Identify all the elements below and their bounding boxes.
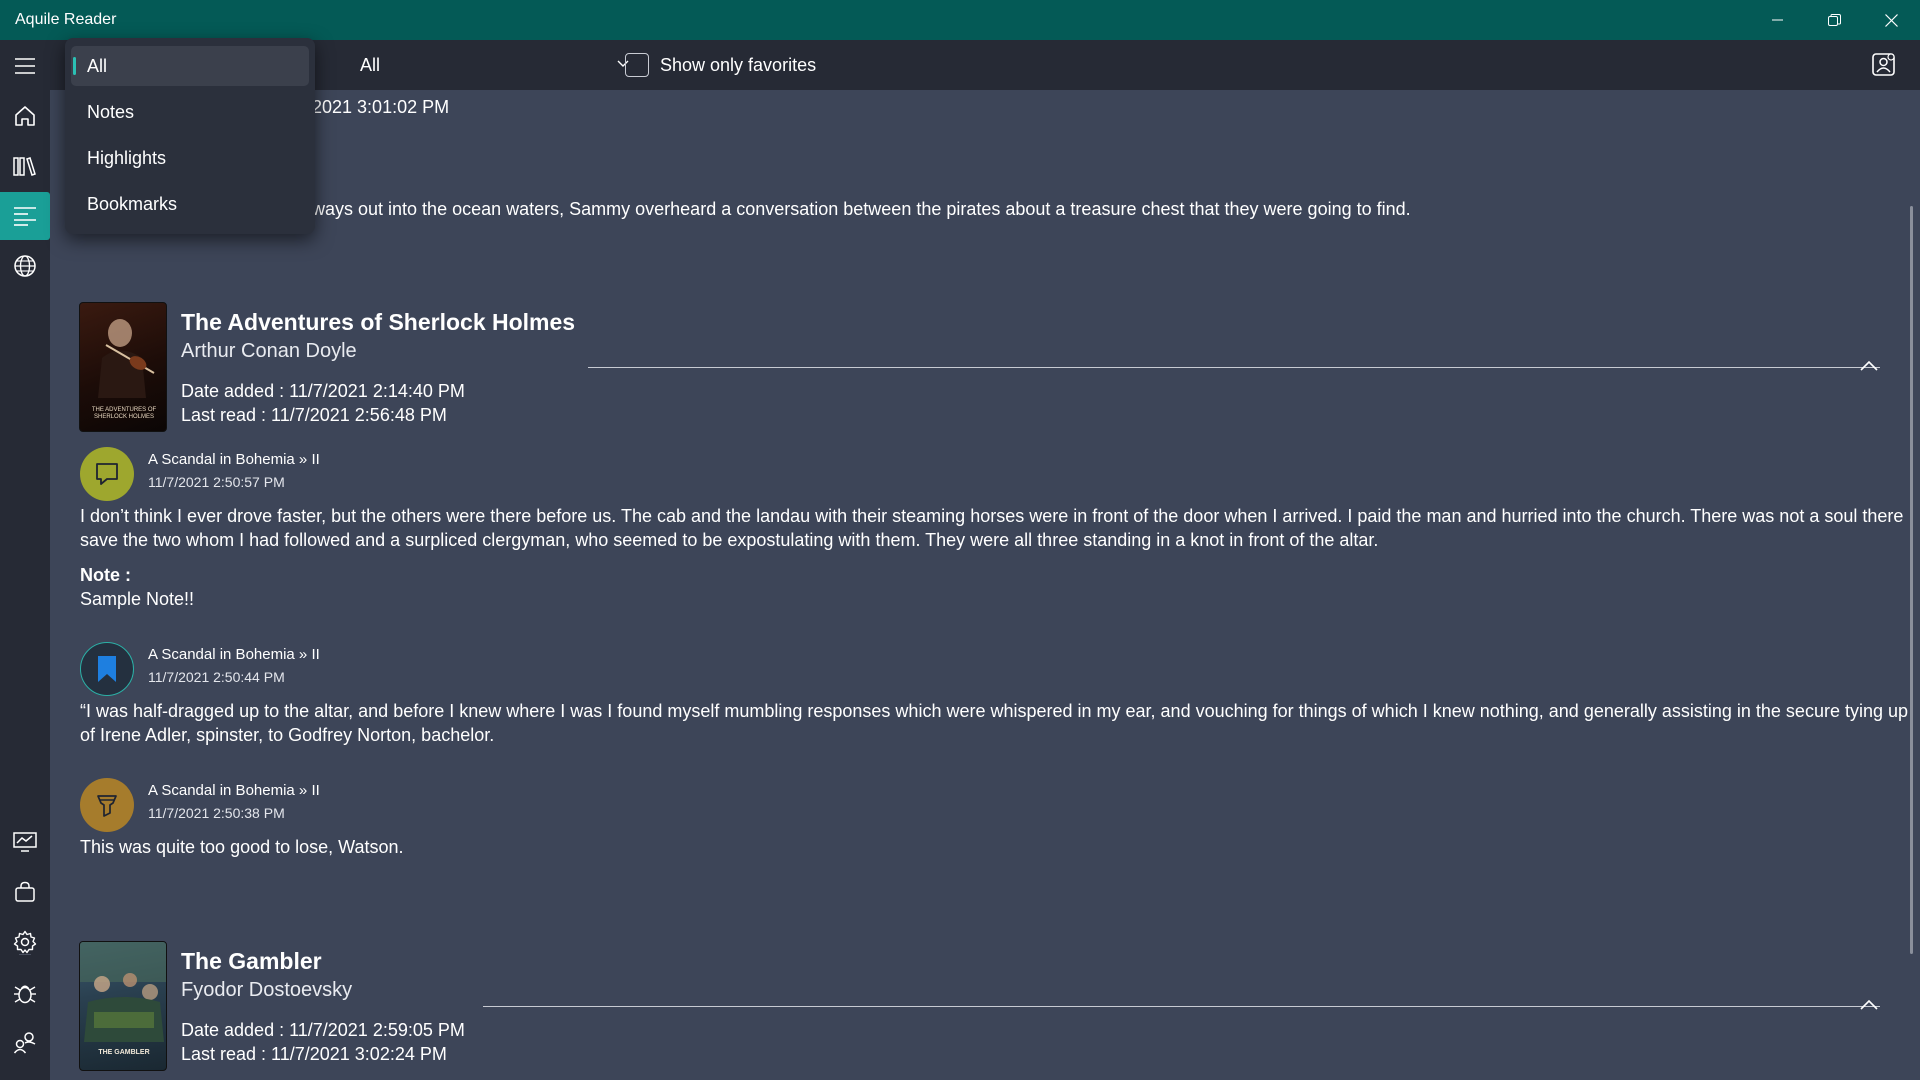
book-title[interactable]: The Gambler xyxy=(181,948,322,975)
menu-item-highlights[interactable]: Highlights xyxy=(71,138,309,178)
minimize-button[interactable] xyxy=(1749,0,1806,40)
restore-button[interactable] xyxy=(1806,0,1863,40)
close-button[interactable] xyxy=(1863,0,1920,40)
note-label: Note : xyxy=(80,565,131,585)
home-icon xyxy=(15,106,35,126)
bookmark-type-badge xyxy=(80,642,134,696)
annotation-text: This was quite too good to lose, Watson. xyxy=(80,837,404,857)
favorites-checkbox[interactable]: Show only favorites xyxy=(625,50,816,80)
menu-item-notes[interactable]: Notes xyxy=(71,92,309,132)
library-icon xyxy=(13,157,36,176)
book-date-added: Date added : 11/7/2021 2:59:05 PM xyxy=(181,1020,465,1040)
annotation-text: I don’t think I ever drove faster, but t… xyxy=(80,506,1904,550)
annotations-icon xyxy=(14,207,36,226)
book-cover[interactable]: THE GAMBLER xyxy=(79,941,167,1071)
book-title[interactable]: The Adventures of Sherlock Holmes xyxy=(181,309,575,336)
cover-title-2: SHERLOCK HOLMES xyxy=(94,414,154,420)
note-type-badge xyxy=(80,447,134,501)
hamburger-menu-button[interactable] xyxy=(0,42,50,90)
annotations-list: 2021 3:01:02 PM ways out into the ocean … xyxy=(50,90,1920,1080)
nav-separator xyxy=(19,954,31,955)
window-controls xyxy=(1749,0,1920,40)
annotation-chapter[interactable]: A Scandal in Bohemia » II xyxy=(148,451,320,468)
menu-item-bookmarks[interactable]: Bookmarks xyxy=(71,184,309,224)
annotation-date: 11/7/2021 2:50:38 PM xyxy=(148,805,285,821)
community-icon xyxy=(13,1032,36,1054)
nav-settings-button[interactable] xyxy=(0,918,50,966)
book-last-read: Last read : 11/7/2021 3:02:24 PM xyxy=(181,1044,447,1064)
chevron-up-icon xyxy=(1860,999,1878,1010)
filter-menu: All Notes Highlights Bookmarks xyxy=(65,38,315,234)
nav-home-button[interactable] xyxy=(0,92,50,140)
note-icon xyxy=(96,463,118,485)
account-button[interactable] xyxy=(1870,51,1898,79)
nav-rail xyxy=(0,40,50,1080)
bug-icon xyxy=(14,985,36,1004)
annotation-chapter[interactable]: A Scandal in Bohemia » II xyxy=(148,782,320,799)
nav-library-button[interactable] xyxy=(0,142,50,190)
partial-date: 2021 3:01:02 PM xyxy=(312,97,450,117)
collapse-button[interactable] xyxy=(1857,354,1881,378)
menu-item-all[interactable]: All xyxy=(71,46,309,86)
book-cover[interactable]: THE ADVENTURES OF SHERLOCK HOLMES xyxy=(79,302,167,432)
close-icon xyxy=(1885,13,1898,27)
title-bar: Aquile Reader xyxy=(0,0,1920,40)
annotation-date: 11/7/2021 2:50:57 PM xyxy=(148,474,285,490)
type-filter-dropdown[interactable]: All xyxy=(350,48,640,82)
globe-icon xyxy=(14,255,36,277)
collapse-button[interactable] xyxy=(1857,993,1881,1017)
stats-icon xyxy=(13,832,37,852)
book-date-added: Date added : 11/7/2021 2:14:40 PM xyxy=(181,381,465,401)
book-author: Fyodor Dostoevsky xyxy=(181,979,353,1001)
favorites-label: Show only favorites xyxy=(660,54,817,75)
nav-store-button[interactable] xyxy=(0,868,50,916)
scrollbar[interactable] xyxy=(1910,206,1913,954)
gamblers-illustration: THE GAMBLER xyxy=(80,942,166,1056)
store-icon xyxy=(15,881,35,902)
note-text: Sample Note!! xyxy=(80,589,195,609)
highlight-type-badge xyxy=(80,778,134,832)
book-author: Arthur Conan Doyle xyxy=(181,340,357,362)
restore-icon xyxy=(1828,13,1841,26)
nav-community-button[interactable] xyxy=(0,1019,50,1067)
book-last-read: Last read : 11/7/2021 2:56:48 PM xyxy=(181,405,447,425)
gear-icon xyxy=(13,930,37,954)
highlighter-icon xyxy=(97,795,117,817)
account-icon xyxy=(1872,53,1895,76)
bookmark-icon xyxy=(98,656,116,682)
nav-report-bug-button[interactable] xyxy=(0,969,50,1017)
menu-icon xyxy=(15,58,35,74)
cover-title: THE GAMBLER xyxy=(98,1049,149,1056)
minimize-icon xyxy=(1771,19,1783,21)
toolbar: All Show only favorites xyxy=(50,40,1920,90)
annotation-date: 11/7/2021 2:50:44 PM xyxy=(148,669,285,685)
cover-title: THE ADVENTURES OF xyxy=(92,407,157,413)
annotation-text: “I was half-dragged up to the altar, and… xyxy=(80,701,1909,745)
window-title: Aquile Reader xyxy=(15,11,117,28)
nav-stats-button[interactable] xyxy=(0,818,50,866)
type-filter-value: All xyxy=(360,54,381,75)
annotation-chapter[interactable]: A Scandal in Bohemia » II xyxy=(148,646,320,663)
violinist-illustration: THE ADVENTURES OF SHERLOCK HOLMES xyxy=(92,319,157,420)
chevron-up-icon xyxy=(1860,360,1878,371)
checkbox-box[interactable] xyxy=(625,53,649,77)
book-divider xyxy=(483,1006,1880,1007)
partial-annotation-text: ways out into the ocean waters, Sammy ov… xyxy=(312,199,1411,219)
nav-annotations-button[interactable] xyxy=(0,192,50,240)
book-divider xyxy=(588,367,1880,368)
nav-online-button[interactable] xyxy=(0,242,50,290)
